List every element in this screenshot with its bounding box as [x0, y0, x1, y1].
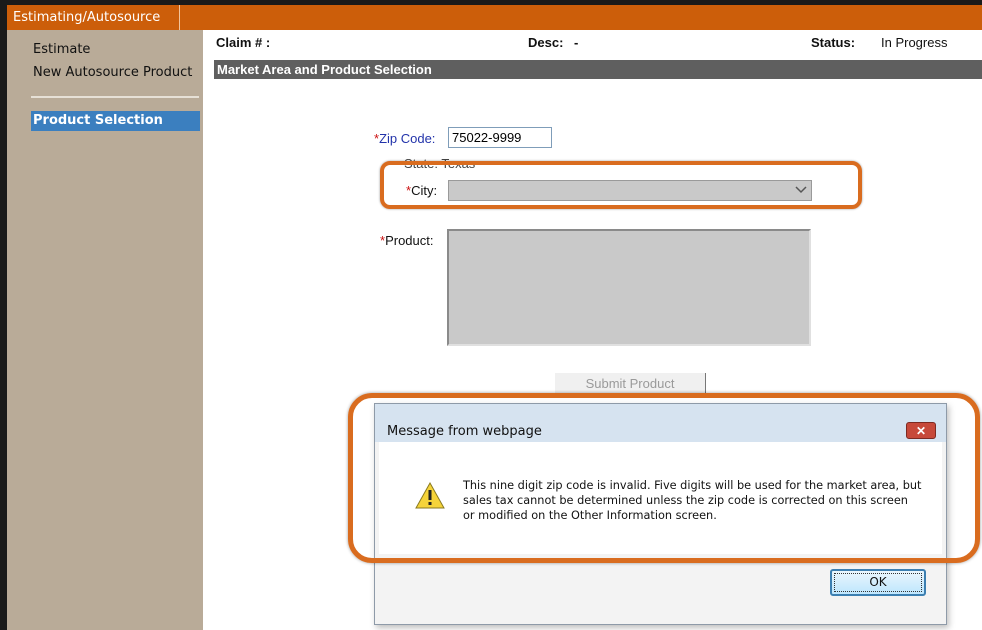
sidebar-item-estimate[interactable]: Estimate: [33, 42, 90, 57]
product-label: *Product:: [380, 233, 433, 248]
desc-value: -: [574, 35, 579, 50]
top-bar: Estimating/Autosource: [7, 5, 982, 30]
sidebar-divider: [31, 96, 199, 98]
sidebar: Estimate New Autosource Product Product …: [7, 30, 203, 630]
zip-code-label-text: Zip Code:: [379, 131, 436, 146]
desc-label: Desc:: [528, 35, 564, 50]
status-value: In Progress: [881, 35, 948, 50]
claim-label: Claim # :: [216, 35, 271, 50]
section-title-bar: Market Area and Product Selection: [214, 60, 982, 79]
sidebar-item-product-selection[interactable]: Product Selection: [31, 111, 200, 131]
zip-code-label: *Zip Code:: [374, 131, 435, 146]
status-label: Status:: [811, 35, 856, 50]
zip-code-input[interactable]: 75022-9999: [448, 127, 552, 148]
dialog-highlight-annotation: [348, 393, 980, 563]
product-label-text: Product:: [385, 233, 434, 248]
product-listbox[interactable]: [447, 229, 811, 346]
window-frame-left: [0, 0, 7, 630]
city-highlight-annotation: [380, 161, 862, 209]
tab-estimating-autosource[interactable]: Estimating/Autosource: [7, 5, 180, 30]
ok-focus-ring: [834, 573, 922, 592]
sidebar-item-new-autosource-product[interactable]: New Autosource Product: [33, 65, 192, 80]
ok-button[interactable]: OK: [830, 569, 926, 596]
submit-product-button[interactable]: Submit Product: [555, 373, 706, 395]
